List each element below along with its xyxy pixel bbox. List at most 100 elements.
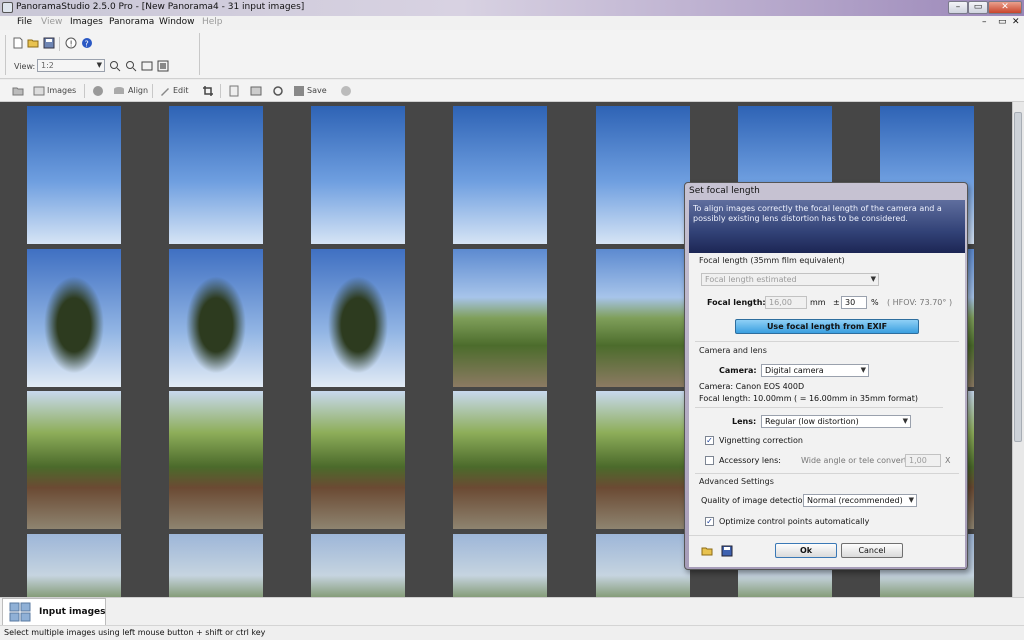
menu-window[interactable]: Window xyxy=(159,17,195,27)
align-button[interactable]: Align xyxy=(112,83,152,99)
save-disk-icon[interactable] xyxy=(721,545,733,557)
image-thumbnail[interactable] xyxy=(453,106,547,244)
image-thumbnail[interactable] xyxy=(311,391,405,529)
lens-select[interactable]: Regular (low distortion) ▼ xyxy=(761,415,911,428)
image-thumbnail[interactable] xyxy=(453,534,547,597)
lens-label: Lens: xyxy=(732,417,757,426)
restore-button[interactable]: ▭ xyxy=(968,1,988,14)
document-icon xyxy=(2,17,12,27)
refresh-icon[interactable] xyxy=(272,85,284,97)
open-images-icon[interactable] xyxy=(12,85,24,97)
image-thumbnail[interactable] xyxy=(596,249,690,387)
tab-input-images-label: Input images xyxy=(39,607,106,617)
image-thumbnail[interactable] xyxy=(169,106,263,244)
zoom-in-icon[interactable] xyxy=(109,60,121,72)
image-thumbnail[interactable] xyxy=(311,249,405,387)
chevron-down-icon: ▼ xyxy=(902,417,908,425)
focal-mode-value: Focal length estimated xyxy=(705,275,797,284)
images-icon xyxy=(33,86,45,96)
image-thumbnail[interactable] xyxy=(27,391,121,529)
edit-button-label: Edit xyxy=(173,86,189,95)
edit-icon xyxy=(161,88,169,96)
tab-input-images[interactable]: Input images xyxy=(2,598,106,625)
menu-images[interactable]: Images xyxy=(70,17,103,27)
image-thumbnail[interactable] xyxy=(27,249,121,387)
optimize-checkbox[interactable]: ✓ xyxy=(705,517,714,526)
accessory-lens-checkbox[interactable] xyxy=(705,456,714,465)
vignetting-checkbox[interactable]: ✓ xyxy=(705,436,714,445)
menu-bar: File View Images Panorama Window Help – … xyxy=(0,16,1024,30)
info-icon[interactable]: ! xyxy=(65,37,77,49)
main-toolbar: ! ? View: 1:2 ▼ xyxy=(0,30,1024,79)
image-grid-icon xyxy=(9,602,31,622)
save-button[interactable]: Save xyxy=(292,83,332,99)
image-thumbnail[interactable] xyxy=(169,249,263,387)
menu-panorama[interactable]: Panorama xyxy=(109,17,154,27)
use-exif-button[interactable]: Use focal length from EXIF xyxy=(735,319,919,334)
image-thumbnail[interactable] xyxy=(453,249,547,387)
image-thumbnail[interactable] xyxy=(596,534,690,597)
minimize-button[interactable]: – xyxy=(948,1,968,14)
mdi-minimize-button[interactable]: – xyxy=(982,17,987,27)
quality-select[interactable]: Normal (recommended) ▼ xyxy=(803,494,917,507)
new-file-icon[interactable] xyxy=(12,37,24,49)
image-thumbnail[interactable] xyxy=(27,534,121,597)
cancel-button[interactable]: Cancel xyxy=(841,543,903,558)
export-icon[interactable] xyxy=(228,85,240,97)
camera-info: Camera: Canon EOS 400D xyxy=(699,382,805,391)
image-thumbnail[interactable] xyxy=(311,106,405,244)
image-thumbnail[interactable] xyxy=(169,534,263,597)
focal-length-label: Focal length: xyxy=(707,298,766,307)
separator xyxy=(59,37,60,51)
dialog-title: Set focal length xyxy=(689,186,760,196)
stitch-icon[interactable] xyxy=(92,85,104,97)
close-button[interactable]: ✕ xyxy=(988,1,1022,14)
publish-icon[interactable] xyxy=(340,85,352,97)
image-thumbnail[interactable] xyxy=(311,534,405,597)
zoom-out-icon[interactable] xyxy=(125,60,137,72)
tolerance-value: 30 xyxy=(845,298,856,307)
edit-button[interactable]: Edit xyxy=(158,83,196,99)
svg-text:?: ? xyxy=(85,40,89,49)
image-thumbnail[interactable] xyxy=(27,106,121,244)
ok-button[interactable]: Ok xyxy=(775,543,837,558)
focal-unit-label: mm xyxy=(810,298,826,307)
image-thumbnail[interactable] xyxy=(169,391,263,529)
open-folder-icon[interactable] xyxy=(701,545,713,557)
image-thumbnail[interactable] xyxy=(453,391,547,529)
converter-label: Wide angle or tele converter xyxy=(801,456,916,465)
crop-icon[interactable] xyxy=(202,85,214,97)
focal-length-group-label: Focal length (35mm film equivalent) xyxy=(699,256,845,265)
save-disk-icon[interactable] xyxy=(43,37,55,49)
accessory-lens-label: Accessory lens: xyxy=(719,456,781,465)
image-thumbnail[interactable] xyxy=(596,391,690,529)
image-thumbnail[interactable] xyxy=(596,106,690,244)
separator xyxy=(84,84,85,98)
scrollbar-thumb[interactable] xyxy=(1014,112,1022,442)
images-button[interactable]: Images xyxy=(32,83,80,99)
render-icon[interactable] xyxy=(250,85,262,97)
menu-view[interactable]: View xyxy=(41,17,62,27)
advanced-settings-group-label: Advanced Settings xyxy=(699,477,774,486)
converter-input[interactable]: 1,00 xyxy=(905,454,941,467)
help-icon[interactable]: ? xyxy=(81,37,93,49)
mdi-close-button[interactable]: ✕ xyxy=(1012,17,1020,27)
camera-select[interactable]: Digital camera ▼ xyxy=(761,364,869,377)
open-folder-icon[interactable] xyxy=(27,37,39,49)
menu-help[interactable]: Help xyxy=(202,17,223,27)
tolerance-input[interactable]: 30 xyxy=(841,296,867,309)
mdi-restore-button[interactable]: ▭ xyxy=(998,17,1007,27)
focal-length-input[interactable]: 16,00 xyxy=(765,296,807,309)
zoom-fit-icon[interactable] xyxy=(141,60,153,72)
divider xyxy=(695,341,959,342)
menu-file[interactable]: File xyxy=(17,17,32,27)
toolbar-grip xyxy=(5,35,6,75)
converter-value: 1,00 xyxy=(909,456,927,465)
zoom-actual-icon[interactable] xyxy=(157,60,169,72)
svg-text:!: ! xyxy=(70,40,73,49)
lens-value: Regular (low distortion) xyxy=(765,417,859,426)
focal-mode-select[interactable]: Focal length estimated ▼ xyxy=(701,273,879,286)
zoom-select[interactable]: 1:2 ▼ xyxy=(37,59,105,72)
converter-unit: X xyxy=(945,456,951,465)
tolerance-sign: ± xyxy=(833,298,840,307)
